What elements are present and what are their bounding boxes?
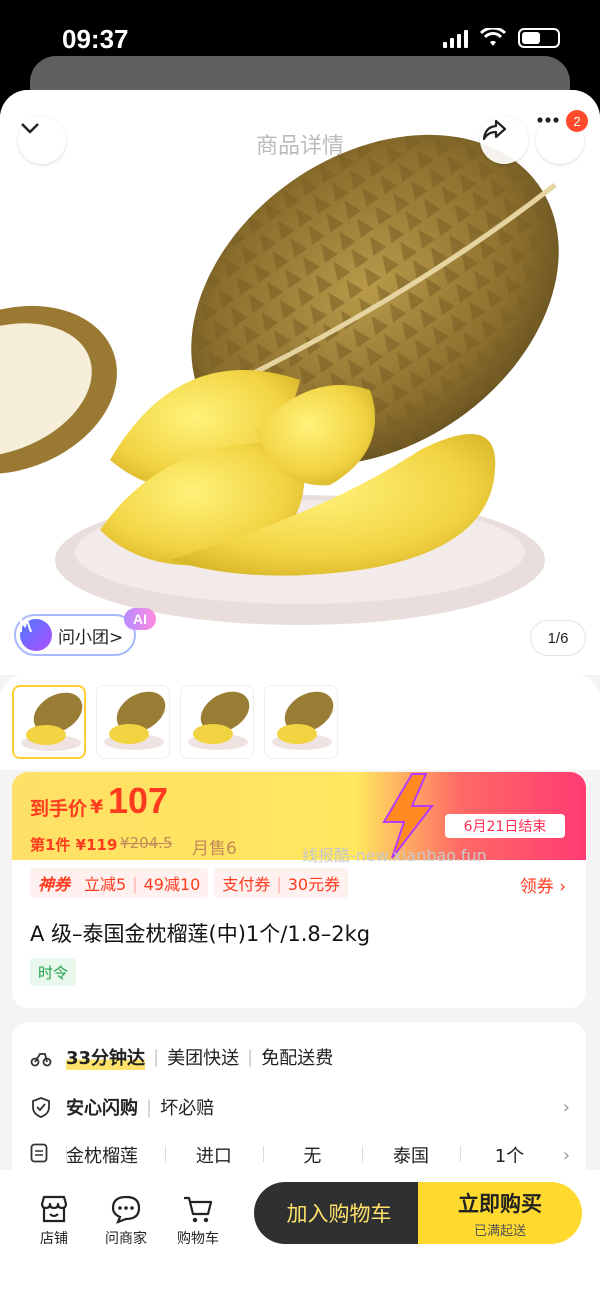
thumbnail-3[interactable] (180, 685, 254, 759)
pay-coupon-label: 支付券 (222, 875, 271, 894)
more-icon (537, 117, 559, 123)
image-page-indicator: 1/6 (530, 620, 586, 656)
store-button[interactable]: 店铺 (24, 1194, 84, 1248)
ask-assistant-label: 问小团> (58, 627, 124, 648)
delivery-row[interactable]: 33分钟达 | 美团快送 | 免配送费 (30, 1044, 333, 1070)
status-time: 09:37 (62, 24, 129, 54)
cart-button[interactable]: 购物车 (168, 1194, 228, 1248)
ask-assistant-button[interactable]: 问小团> (14, 614, 136, 656)
buy-now-label: 立即购买 (458, 1191, 542, 1216)
pay-coupon-amount: 30元券 (287, 875, 341, 894)
thumbnail-1[interactable] (12, 685, 86, 759)
cart-label: 购物车 (177, 1231, 219, 1247)
status-icons (443, 28, 560, 48)
product-image-carousel[interactable]: 商品详情 2 问小团> AI 1/6 (0, 90, 600, 675)
durian-image (0, 134, 559, 625)
thumbnail-4[interactable] (264, 685, 338, 759)
shield-icon (30, 1096, 52, 1118)
pay-coupon[interactable]: 支付券 | 30元券 (214, 868, 349, 898)
rider-icon (30, 1046, 52, 1068)
notification-badge: 2 (566, 110, 588, 132)
watermark-text: 线报酷-new.xianbao.fun (302, 846, 487, 865)
ask-merchant-label: 问商家 (105, 1231, 147, 1247)
shenquan-label: 神券 (38, 875, 71, 894)
guarantee-label: 安心闪购 (66, 1098, 138, 1119)
spec-origin-type: 进口 (164, 1142, 264, 1168)
chevron-down-icon (21, 123, 39, 134)
price-label: 到手价 (30, 798, 88, 820)
price-card: 到手价 ¥ 107 第1件 ¥119 ¥204.5 月售6 6月21日结束 线报… (12, 772, 586, 1008)
buy-now-sub: 已满起送 (473, 1223, 526, 1239)
ai-badge: AI (124, 608, 156, 630)
promo-end-date: 6月21日结束 (445, 814, 565, 838)
monthly-sales: 月售6 (192, 839, 237, 859)
guarantee-row[interactable]: 安心闪购 | 坏必赔 › (30, 1094, 570, 1120)
add-to-cart-button[interactable]: 加入购物车 (254, 1182, 424, 1244)
delivery-service: 美团快送 (167, 1048, 240, 1069)
bottom-action-bar: 店铺 问商家 购物车 加入购物车 立即购买 已满起送 (0, 1170, 600, 1298)
buy-now-button[interactable]: 立即购买 已满起送 (418, 1182, 582, 1244)
discount-1: 立减5 (84, 875, 127, 894)
store-icon (40, 1195, 68, 1223)
seasonal-tag: 时令 (30, 958, 77, 986)
get-coupon-link[interactable]: 领券 › (520, 872, 566, 897)
battery-icon (518, 28, 560, 48)
spec-quantity: 1个 (460, 1142, 559, 1168)
delivery-time: 33分钟达 (66, 1044, 146, 1070)
info-card: 33分钟达 | 美团快送 | 免配送费 安心闪购 | 坏必赔 › 金枕榴莲 进口… (12, 1022, 586, 1182)
thumbnail-2[interactable] (96, 685, 170, 759)
shenquan-coupon[interactable]: 神券 立减5 | 49减10 (30, 868, 209, 898)
product-title: A 级–泰国金枕榴莲(中)1个/1.8–2kg (30, 922, 371, 946)
thumbnail-strip (0, 675, 600, 770)
chevron-right-icon: › (562, 1144, 571, 1166)
share-button[interactable] (480, 116, 528, 164)
guarantee-sub: 坏必赔 (160, 1098, 215, 1119)
cart-icon (184, 1196, 213, 1223)
spec-additive: 无 (263, 1142, 362, 1168)
delivery-fee: 免配送费 (261, 1048, 334, 1069)
wifi-icon (480, 28, 506, 46)
price-currency: ¥ (90, 796, 104, 818)
price-banner: 到手价 ¥ 107 第1件 ¥119 ¥204.5 月售6 6月21日结束 线报… (12, 772, 586, 865)
store-label: 店铺 (40, 1231, 68, 1247)
spec-icon (30, 1143, 52, 1168)
spec-row[interactable]: 金枕榴莲 进口 无 泰国 1个 › (30, 1142, 570, 1168)
price-value: 107 (108, 780, 169, 821)
ask-merchant-button[interactable]: 问商家 (96, 1194, 156, 1248)
assistant-logo-icon (20, 616, 52, 651)
first-item-price: 第1件 ¥119 (30, 836, 118, 854)
more-button[interactable]: 2 (536, 110, 588, 164)
spec-variety: 金枕榴莲 (66, 1142, 165, 1168)
original-price: ¥204.5 (120, 834, 173, 852)
coupon-row[interactable]: 神券 立减5 | 49减10 支付券 | 30元券 (30, 868, 349, 898)
chevron-right-icon: › (562, 1096, 570, 1118)
discount-2: 49减10 (143, 875, 201, 894)
spec-country: 泰国 (361, 1142, 461, 1168)
chat-icon (111, 1195, 141, 1224)
signal-icon (443, 28, 468, 48)
collapse-button[interactable] (18, 116, 66, 164)
product-sheet: 商品详情 2 问小团> AI 1/6 到手价 ¥ 107 第1件 ¥119 ¥2… (0, 90, 600, 1298)
share-icon (482, 119, 507, 141)
